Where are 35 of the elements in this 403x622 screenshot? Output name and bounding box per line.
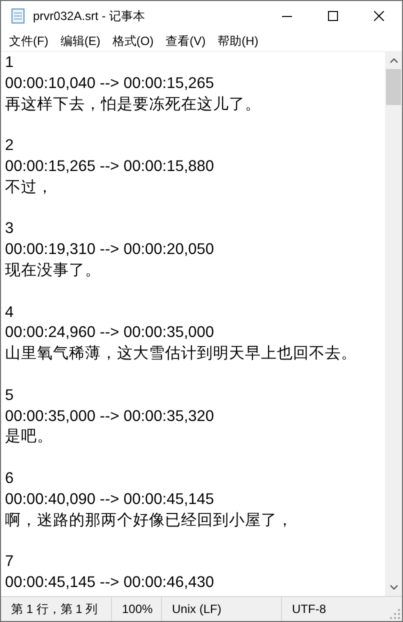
notepad-icon xyxy=(10,8,26,24)
subtitle-index: 6 xyxy=(5,468,15,489)
subtitle-index: 4 xyxy=(5,302,15,323)
subtitle-index: 1 xyxy=(5,53,15,73)
subtitle-index: 3 xyxy=(5,219,15,240)
close-icon[interactable] xyxy=(374,11,384,21)
subtitle-text: 啊，迷路的那两个好像已经回到小屋了， xyxy=(5,510,294,531)
subtitle-timecode: 00:00:15,265 --> 00:00:15,880 xyxy=(5,156,215,177)
scrollbar-thumb[interactable] xyxy=(386,69,401,105)
subtitle-text: 山里氧气稀薄，这大雪估计到明天早上也回不去。 xyxy=(5,344,358,364)
subtitle-text: 现在没事了。 xyxy=(5,260,102,281)
subtitle-text: 是吧。 xyxy=(5,427,54,448)
subtitle-timecode: 00:00:19,310 --> 00:00:20,050 xyxy=(5,240,215,260)
status-text: 100% xyxy=(112,597,162,621)
subtitle-timecode: 00:00:24,960 --> 00:00:35,000 xyxy=(5,323,215,344)
menu-item[interactable]: 文件(F) xyxy=(3,31,54,51)
status-text: UTF-8 xyxy=(291,601,327,618)
subtitle-text: 不过， xyxy=(5,178,54,198)
subtitle-index: 7 xyxy=(5,552,15,572)
maximize-icon[interactable] xyxy=(328,11,338,21)
menu-item[interactable]: 帮助(H) xyxy=(212,31,264,51)
status-text: Unix (LF) xyxy=(162,597,282,621)
resize-grip-icon[interactable] xyxy=(390,609,400,619)
subtitle-text: 再这样下去，怕是要冻死在这儿了。 xyxy=(5,94,262,115)
subtitle-index: 2 xyxy=(5,136,15,156)
menu-item[interactable]: 编辑(E) xyxy=(54,31,106,51)
menu-item[interactable]: 查看(V) xyxy=(160,31,212,51)
subtitle-timecode: 00:00:35,000 --> 00:00:35,320 xyxy=(5,406,215,427)
subtitle-timecode: 00:00:10,040 --> 00:00:15,265 xyxy=(5,74,215,94)
subtitle-timecode: 00:00:40,090 --> 00:00:45,145 xyxy=(5,490,215,510)
window-title: prvr032A.srt - 记事本 xyxy=(33,8,146,24)
status-text: 第 1 行，第 1 列 xyxy=(1,597,112,621)
menu-item[interactable]: 格式(O) xyxy=(106,31,160,51)
subtitle-timecode: 00:00:45,145 --> 00:00:46,430 xyxy=(5,572,215,593)
subtitle-index: 5 xyxy=(5,386,15,406)
